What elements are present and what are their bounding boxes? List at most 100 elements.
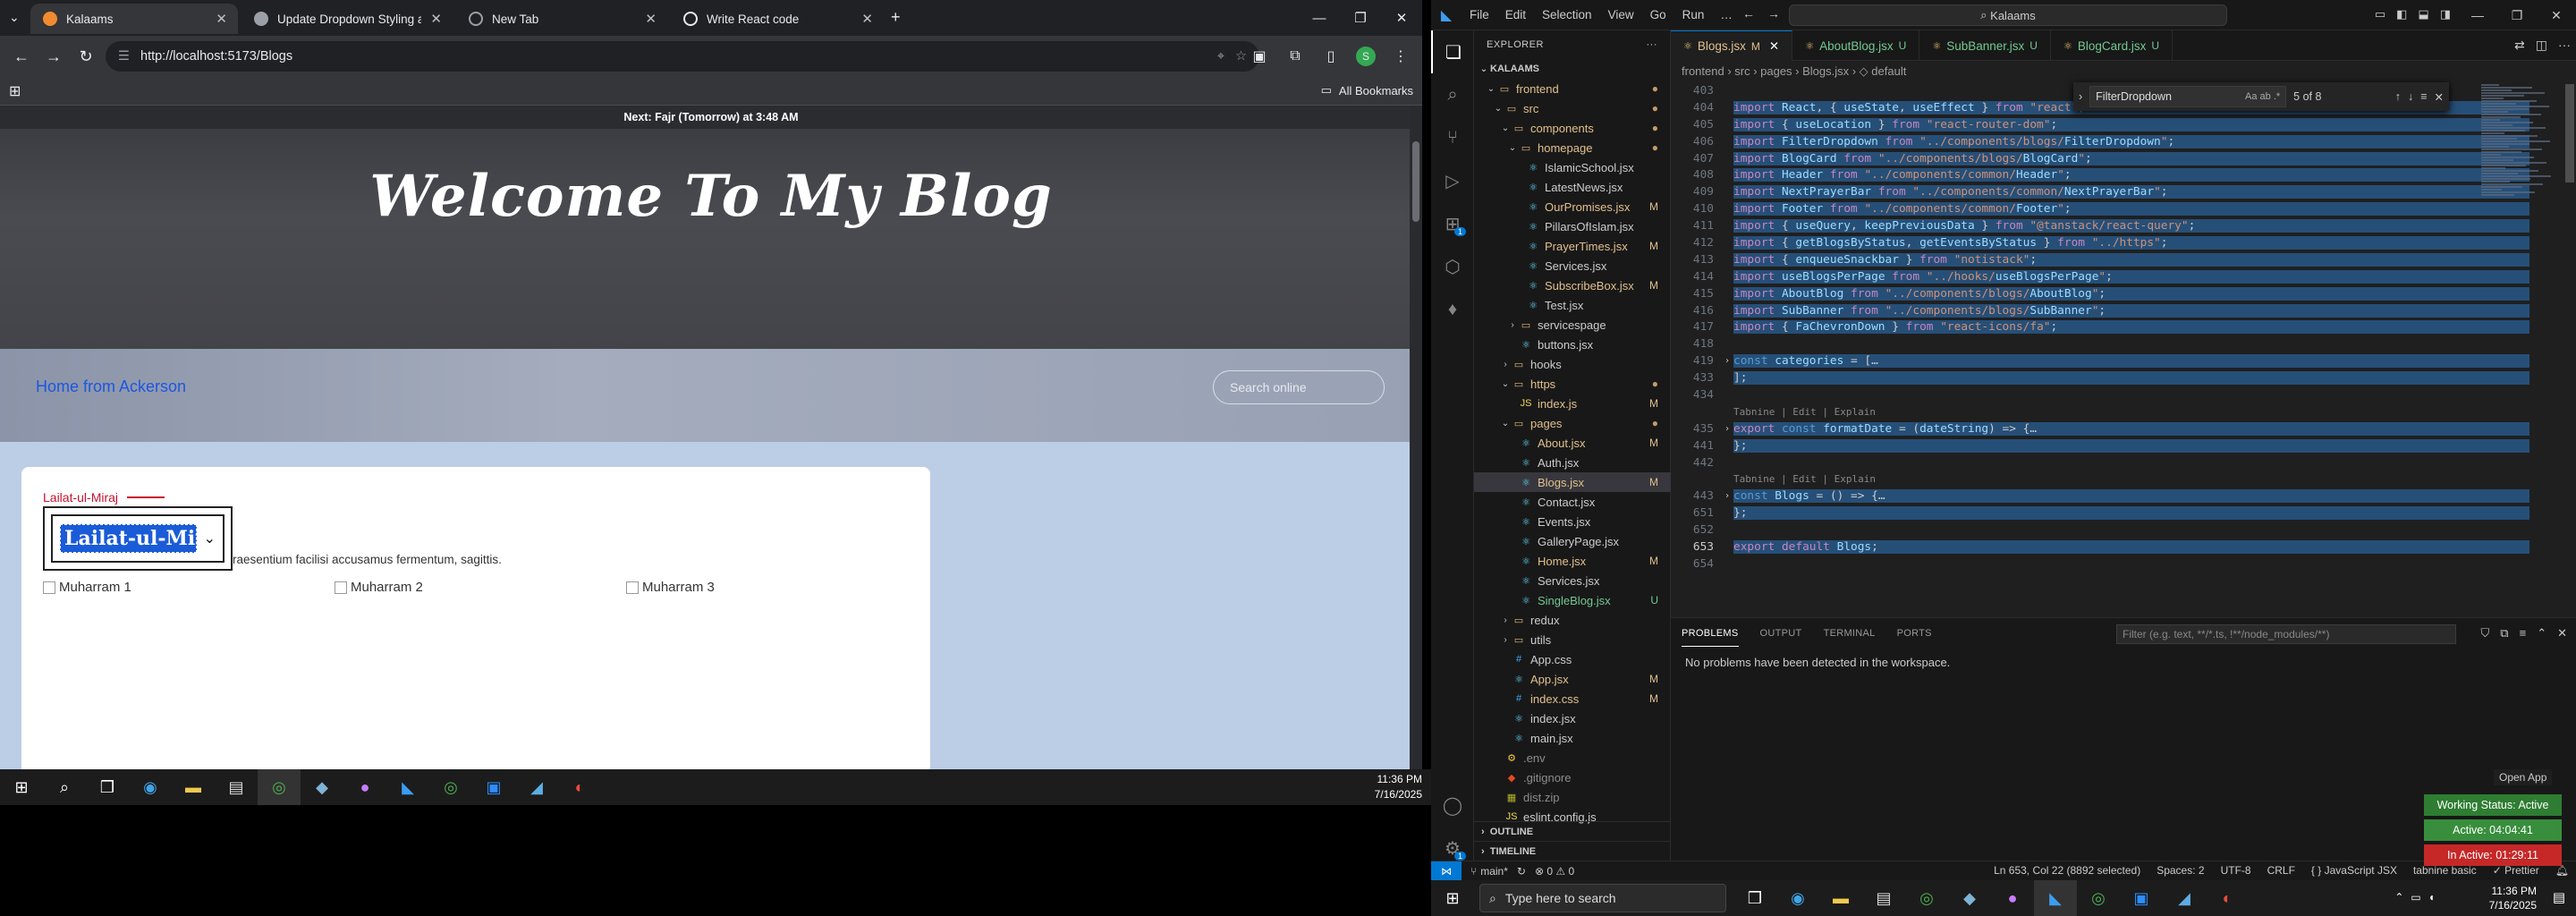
code-line[interactable]: 652: [1671, 522, 2529, 539]
chrome-alt-icon[interactable]: ◎: [429, 769, 472, 805]
chrome-taskbar-icon[interactable]: ◎: [1905, 880, 1948, 916]
task-view-icon[interactable]: ❒: [86, 769, 129, 805]
tree-item[interactable]: ⌄ ▭ frontend ●: [1474, 79, 1671, 98]
edge-icon[interactable]: ◉: [129, 769, 172, 805]
timeline-section[interactable]: › TIMELINE: [1474, 841, 1671, 861]
tree-item[interactable]: › ▭ utils: [1474, 630, 1671, 649]
split-editor-icon[interactable]: ◫: [2536, 38, 2547, 53]
github-copilot-icon[interactable]: ⬡: [1431, 245, 1474, 288]
code-line[interactable]: 434: [1671, 386, 2529, 403]
close-icon[interactable]: ✕: [645, 11, 657, 27]
copy-icon[interactable]: ⧉: [2500, 626, 2508, 640]
editor-tab[interactable]: ⚛ BlogCard.jsx U: [2051, 30, 2174, 61]
tree-item[interactable]: JS index.js M: [1474, 394, 1671, 413]
github-icon[interactable]: ●: [343, 769, 386, 805]
tree-item[interactable]: ⚛ Blogs.jsx M: [1474, 472, 1671, 492]
editor-breadcrumbs[interactable]: frontend › src › pages › Blogs.jsx › ◇ d…: [1682, 64, 1906, 79]
tab-write-react-code[interactable]: Write React code ✕: [671, 4, 884, 34]
close-icon[interactable]: ✕: [430, 11, 442, 27]
outline-section[interactable]: › OUTLINE: [1474, 821, 1671, 841]
cursor-position[interactable]: Ln 653, Col 22 (8892 selected): [1994, 864, 2140, 877]
fold-toggle-icon[interactable]: ›: [1721, 491, 1733, 501]
compare-icon[interactable]: ⇄: [2514, 38, 2525, 53]
editor-tab[interactable]: ⚛ Blogs.jsx M ✕: [1671, 30, 1793, 61]
menu-more[interactable]: …: [1712, 8, 1741, 21]
address-bar[interactable]: ☰ http://localhost:5173/Blogs ⌖ ☆: [106, 41, 1259, 72]
minimap[interactable]: [2474, 84, 2563, 612]
codelens-hint[interactable]: Tabnine | Edit | Explain: [1671, 471, 2529, 488]
blog-image-1[interactable]: Muharram 1: [43, 580, 131, 595]
find-input[interactable]: FilterDropdown Aa ab .*: [2089, 86, 2287, 107]
tree-item[interactable]: ⚛ Services.jsx: [1474, 256, 1671, 276]
code-line[interactable]: 406 import FilterDropdown from "../compon…: [1671, 133, 2529, 150]
tree-item[interactable]: ⌄ ▭ components ●: [1474, 118, 1671, 138]
sync-icon[interactable]: ↻: [1517, 865, 1526, 878]
tree-item[interactable]: ⌄ ▭ https ●: [1474, 374, 1671, 394]
tree-item[interactable]: ⚛ OurPromises.jsx M: [1474, 197, 1671, 216]
more-actions-icon[interactable]: ···: [1647, 39, 1658, 50]
tree-item[interactable]: ⌄ ▭ src ●: [1474, 98, 1671, 118]
tabnine-status[interactable]: tabnine basic: [2413, 864, 2477, 877]
code-line[interactable]: 419 › const categories = […: [1671, 352, 2529, 369]
search-input[interactable]: Search online: [1213, 370, 1385, 404]
app-icon[interactable]: ◐: [2206, 880, 2249, 916]
open-app-button[interactable]: Open App: [2494, 769, 2553, 785]
apps-grid-icon[interactable]: ⊞: [9, 82, 21, 100]
blog-image-3[interactable]: Muharram 3: [626, 580, 715, 595]
zoom-icon[interactable]: ▣: [472, 769, 515, 805]
back-icon[interactable]: ←: [5, 40, 38, 72]
find-in-selection-icon[interactable]: ≡: [2420, 90, 2427, 103]
breadcrumb-link[interactable]: Home from Ackerson: [36, 377, 186, 396]
extension-icon[interactable]: ▣: [1243, 40, 1275, 72]
fold-toggle-icon[interactable]: ›: [1721, 356, 1733, 366]
notifications-bell-icon[interactable]: 🔔︎: [2555, 864, 2569, 877]
menu-selection[interactable]: Selection: [1534, 8, 1600, 21]
code-lines[interactable]: 403 404 import React, { useState, useEffec…: [1671, 82, 2529, 572]
next-match-icon[interactable]: ↓: [2408, 90, 2413, 103]
task-view-icon[interactable]: ❒: [1733, 880, 1776, 916]
encoding[interactable]: UTF-8: [2221, 864, 2251, 877]
tree-item[interactable]: ⌄ ▭ pages ●: [1474, 413, 1671, 433]
close-window-icon[interactable]: ✕: [1381, 0, 1422, 36]
tree-item[interactable]: › ▭ hooks: [1474, 354, 1671, 374]
tree-item[interactable]: ⚛ Home.jsx M: [1474, 551, 1671, 571]
tab-output[interactable]: OUTPUT: [1760, 628, 1802, 639]
reload-icon[interactable]: ↻: [70, 40, 102, 72]
editor-scrollbar[interactable]: [2563, 84, 2576, 617]
close-panel-icon[interactable]: ✕: [2557, 626, 2567, 640]
file-explorer-icon[interactable]: ▬: [1819, 880, 1862, 916]
tree-item[interactable]: ⚛ IslamicSchool.jsx: [1474, 157, 1671, 177]
tree-item[interactable]: ⚛ SubscribeBox.jsx M: [1474, 276, 1671, 295]
chrome-alt-icon[interactable]: ◎: [2077, 880, 2120, 916]
close-icon[interactable]: ✕: [861, 11, 873, 27]
tab-update-dropdown[interactable]: Update Dropdown Styling and ✕: [242, 4, 453, 34]
tree-item[interactable]: ⚛ SingleBlog.jsx U: [1474, 590, 1671, 610]
code-line[interactable]: 410 import Footer from "../components/com…: [1671, 200, 2529, 217]
close-icon[interactable]: ✕: [2435, 90, 2444, 104]
code-line[interactable]: 653 export default Blogs;: [1671, 539, 2529, 556]
forward-icon[interactable]: →: [38, 40, 70, 72]
tree-item[interactable]: ⚙ .env: [1474, 748, 1671, 768]
filter-icon[interactable]: ⛉: [2481, 626, 2490, 640]
code-line[interactable]: 415 import AboutBlog from "../components/…: [1671, 285, 2529, 302]
code-line[interactable]: 433];: [1671, 369, 2529, 386]
code-line[interactable]: 651};: [1671, 505, 2529, 522]
code-line[interactable]: 442: [1671, 454, 2529, 471]
code-line[interactable]: 441};: [1671, 437, 2529, 454]
tab-new-tab[interactable]: New Tab ✕: [456, 4, 667, 34]
tree-item[interactable]: ⚛ main.jsx: [1474, 728, 1671, 748]
tree-item[interactable]: ⚛ PrayerTimes.jsx M: [1474, 236, 1671, 256]
menu-view[interactable]: View: [1600, 8, 1642, 21]
store-icon[interactable]: ▤: [1862, 880, 1905, 916]
tab-ports[interactable]: PORTS: [1897, 628, 1932, 639]
previous-match-icon[interactable]: ↑: [2395, 90, 2401, 103]
app-icon[interactable]: ◢: [515, 769, 558, 805]
remote-icon[interactable]: ⋈: [1431, 861, 1462, 880]
code-line[interactable]: 409 import NextPrayerBar from "../compone…: [1671, 183, 2529, 200]
tree-item[interactable]: ⚛ Events.jsx: [1474, 512, 1671, 531]
scrollbar-thumb[interactable]: [1412, 141, 1419, 222]
menu-run[interactable]: Run: [1674, 8, 1713, 21]
app-icon[interactable]: ◆: [1948, 880, 1991, 916]
layout-icon[interactable]: ▭: [2375, 7, 2385, 21]
toggle-secondary-icon[interactable]: ◨: [2440, 7, 2451, 21]
